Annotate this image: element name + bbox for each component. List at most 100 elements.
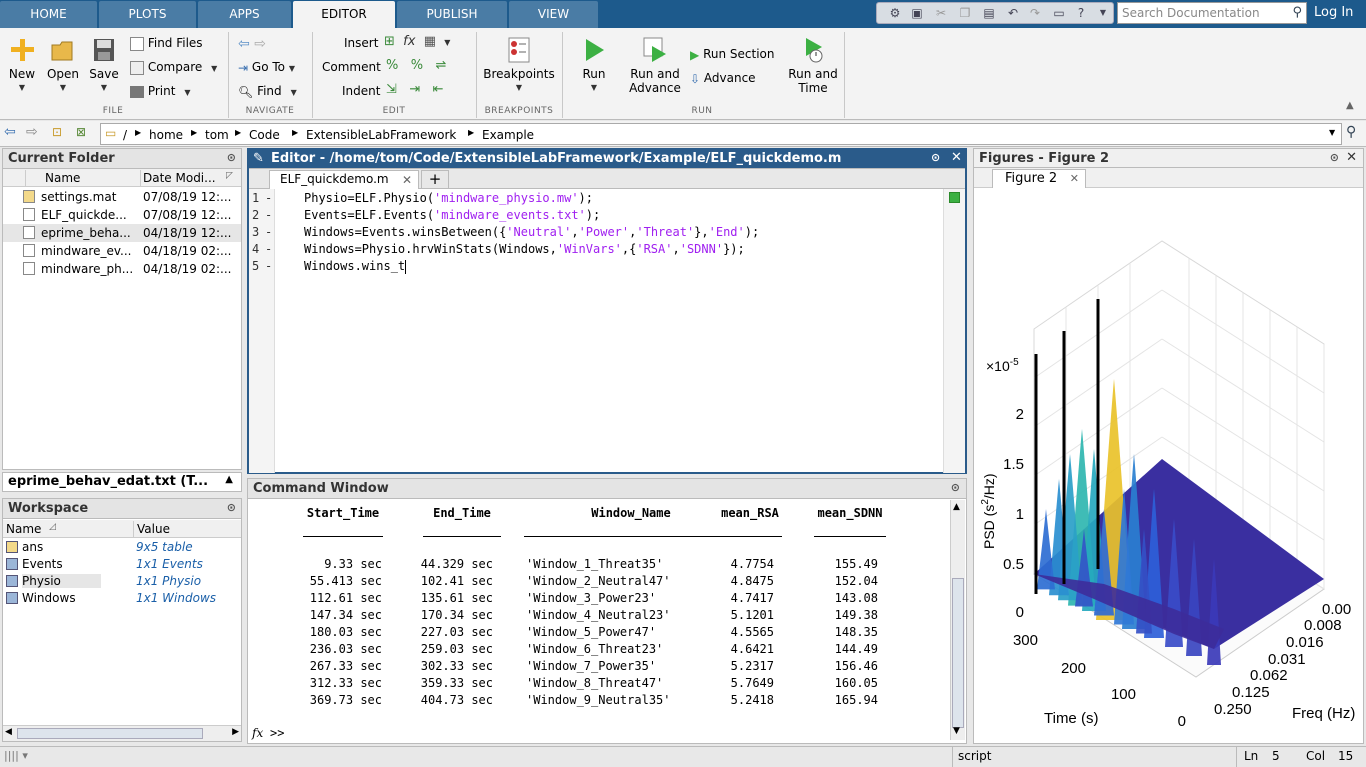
close-icon[interactable]: ✕: [951, 150, 962, 165]
folder-file-row[interactable]: eprime_beha... 04/18/19 12:...: [3, 224, 241, 242]
workspace-variable-row[interactable]: Windows 1x1 Windows: [3, 590, 241, 608]
redo-icon[interactable]: ↷: [1027, 6, 1043, 20]
breakpoint-marker[interactable]: -: [265, 191, 272, 208]
breakpoints-button[interactable]: Breakpoints ▼: [482, 36, 556, 95]
path-segment[interactable]: Code: [249, 128, 280, 142]
code-line[interactable]: Windows.wins_t: [304, 259, 407, 276]
forward-arrow-icon[interactable]: ⇨: [26, 124, 38, 140]
cut-icon[interactable]: ✂: [933, 6, 949, 20]
indent-icon[interactable]: ⇥: [409, 82, 420, 97]
panel-menu-icon[interactable]: ⊙: [1330, 151, 1339, 164]
search-documentation-input[interactable]: Search Documentation ⚲: [1117, 2, 1307, 24]
back-forward-buttons[interactable]: ⇦ ⇨: [238, 36, 266, 52]
insert-tools[interactable]: ⊞ fx ▦ ▼: [384, 34, 450, 49]
tab-apps[interactable]: APPS: [198, 1, 291, 28]
code-line[interactable]: Physio=ELF.Physio('mindware_physio.mw');: [304, 191, 593, 208]
command-scrollbar[interactable]: ▲ ▼: [950, 500, 965, 740]
path-segment[interactable]: Example: [482, 128, 534, 142]
go-to-button[interactable]: ⇥ Go To ▼: [238, 60, 295, 75]
undo-icon[interactable]: ↶: [1005, 6, 1021, 20]
insert-function-icon[interactable]: fx: [403, 34, 415, 49]
path-segment[interactable]: home: [149, 128, 183, 142]
folder-file-row[interactable]: mindware_ev... 04/18/19 02:...: [3, 242, 241, 260]
folder-details-bar[interactable]: eprime_behav_edat.txt (T... ▲: [2, 472, 242, 492]
indent-tools[interactable]: ⇲ ⇥ ⇤: [386, 82, 444, 97]
tab-plots[interactable]: PLOTS: [99, 1, 196, 28]
search-folder-icon[interactable]: ⚲: [1346, 124, 1356, 140]
tab-home[interactable]: HOME: [0, 1, 97, 28]
back-arrow-icon[interactable]: ⇦: [238, 36, 250, 52]
workspace-variable-row[interactable]: Physio 1x1 Physio: [3, 573, 241, 591]
insert-section-icon[interactable]: ⊞: [384, 34, 395, 49]
col-date-header[interactable]: Date Modi...: [143, 171, 216, 185]
col-name-header[interactable]: Name: [45, 171, 80, 185]
scrollbar-thumb[interactable]: [952, 578, 964, 728]
outdent-icon[interactable]: ⇤: [433, 82, 444, 97]
save-button[interactable]: Save ▼: [86, 36, 122, 95]
tab-elf-quickdemo[interactable]: ELF_quickdemo.m ✕: [269, 170, 419, 189]
panel-menu-icon[interactable]: ⊙: [227, 501, 236, 514]
open-button[interactable]: Open ▼: [44, 36, 82, 95]
find-button[interactable]: 🔍︎ Find ▼: [238, 84, 297, 99]
copy-icon[interactable]: ❐: [957, 6, 973, 20]
workspace-variable-row[interactable]: Events 1x1 Events: [3, 556, 241, 574]
fx-icon[interactable]: fx: [252, 726, 263, 740]
search-icon[interactable]: ⚲: [1292, 5, 1302, 20]
workspace-scrollbar[interactable]: ◀ ▶: [3, 725, 241, 741]
breakpoint-marker[interactable]: -: [265, 225, 272, 242]
new-button[interactable]: New ▼: [4, 36, 40, 95]
breakpoint-marker[interactable]: -: [265, 208, 272, 225]
path-segment[interactable]: tom: [205, 128, 229, 142]
chevron-down-icon[interactable]: ▼: [1329, 128, 1335, 137]
help-icon[interactable]: ?: [1073, 6, 1089, 20]
run-section-button[interactable]: ▶ Run Section: [690, 47, 774, 62]
tab-figure-2[interactable]: Figure 2 ✕: [992, 169, 1086, 188]
up-folder-icon[interactable]: ⊡: [52, 125, 62, 139]
save-icon[interactable]: ▣: [909, 6, 925, 20]
wrap-comments-icon[interactable]: ⇌: [436, 58, 447, 73]
tab-editor[interactable]: EDITOR: [293, 1, 395, 28]
comment-tools[interactable]: % % ⇌: [386, 58, 446, 73]
path-field[interactable]: ▭ / ▶ home ▶ tom ▶ Code ▶ ExtensibleLabF…: [100, 123, 1342, 145]
comment-button[interactable]: Comment: [322, 60, 381, 74]
code-line[interactable]: Windows=Events.winsBetween({'Neutral','P…: [304, 225, 759, 242]
command-prompt[interactable]: >>: [270, 726, 284, 740]
uncomment-icon[interactable]: %: [411, 58, 423, 73]
insert-button[interactable]: Insert: [344, 36, 378, 50]
code-line[interactable]: Windows=Physio.hrvWinStats(Windows,'WinV…: [304, 242, 745, 259]
settings-icon[interactable]: ⚙: [887, 6, 903, 20]
code-analyzer-status-icon[interactable]: [949, 192, 960, 203]
close-tab-icon[interactable]: ✕: [1070, 172, 1079, 185]
breakpoint-marker[interactable]: -: [265, 242, 272, 259]
col-name-header[interactable]: Name: [6, 522, 41, 536]
path-segment[interactable]: ExtensibleLabFramework: [306, 128, 456, 142]
compare-button[interactable]: Compare ▼: [130, 60, 217, 75]
col-value-header[interactable]: Value: [137, 522, 170, 536]
close-tab-icon[interactable]: ✕: [402, 173, 412, 187]
run-button[interactable]: Run ▼: [574, 36, 614, 95]
print-button[interactable]: Print ▼: [130, 84, 191, 98]
forward-arrow-icon[interactable]: ⇨: [254, 36, 266, 52]
panel-menu-icon[interactable]: ⊙: [951, 481, 960, 494]
insert-matrix-icon[interactable]: ▦: [424, 34, 436, 49]
tab-publish[interactable]: PUBLISH: [397, 1, 507, 28]
run-and-advance-button[interactable]: Run and Advance: [626, 36, 684, 95]
folder-file-row[interactable]: ELF_quickde... 07/08/19 12:...: [3, 206, 241, 224]
indent-button[interactable]: Indent: [342, 84, 380, 98]
paste-icon[interactable]: ▤: [981, 6, 997, 20]
code-line[interactable]: Events=ELF.Events('mindware_events.txt')…: [304, 208, 600, 225]
path-root[interactable]: /: [123, 128, 127, 142]
panel-menu-icon[interactable]: ⊙: [227, 151, 236, 164]
chevron-up-icon[interactable]: ▲: [225, 474, 233, 485]
browse-folder-icon[interactable]: ⊠: [76, 125, 86, 139]
new-tab-button[interactable]: +: [421, 170, 449, 189]
editor-scrollbar[interactable]: [943, 189, 965, 473]
folder-file-row[interactable]: settings.mat 07/08/19 12:...: [3, 188, 241, 206]
switch-windows-icon[interactable]: ▭: [1051, 6, 1067, 20]
panel-menu-icon[interactable]: ⊙: [931, 151, 940, 164]
close-icon[interactable]: ✕: [1346, 150, 1357, 165]
breakpoint-marker[interactable]: -: [265, 259, 272, 276]
run-and-time-button[interactable]: Run and Time: [786, 36, 840, 95]
smart-indent-icon[interactable]: ⇲: [386, 82, 397, 97]
comment-icon[interactable]: %: [386, 58, 398, 73]
